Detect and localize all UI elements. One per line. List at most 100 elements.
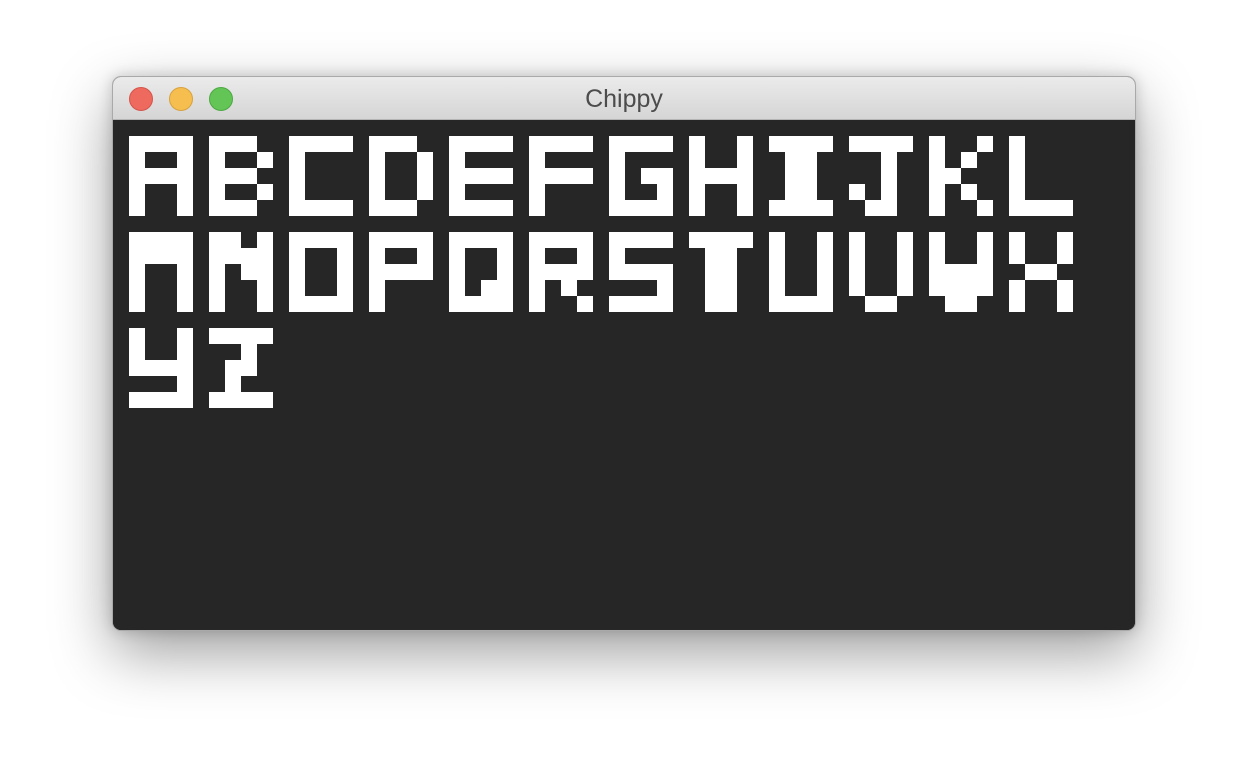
display-pixel (257, 184, 273, 200)
display-pixel (529, 280, 545, 296)
display-pixel (225, 360, 241, 376)
display-pixel (177, 152, 193, 168)
glyph-t (689, 232, 753, 312)
display-pixel (369, 200, 385, 216)
glyph-u (769, 232, 833, 312)
display-pixel (161, 360, 177, 376)
display-pixel (1057, 296, 1073, 312)
glyph-v (849, 232, 913, 312)
display-pixel (289, 264, 305, 280)
display-pixel (449, 136, 465, 152)
title-bar[interactable]: Chippy (113, 77, 1135, 120)
emulator-display[interactable] (113, 120, 1135, 630)
display-pixel (657, 184, 673, 200)
display-pixel (481, 280, 497, 296)
display-pixel (849, 264, 865, 280)
display-pixel (785, 168, 801, 184)
display-pixel (129, 328, 145, 344)
display-pixel (1009, 136, 1025, 152)
display-pixel (705, 248, 721, 264)
display-pixel (385, 232, 401, 248)
display-pixel (417, 248, 433, 264)
display-pixel (705, 280, 721, 296)
display-pixel (689, 232, 705, 248)
display-pixel (785, 296, 801, 312)
display-pixel (449, 280, 465, 296)
display-pixel (129, 248, 145, 264)
display-pixel (961, 152, 977, 168)
display-pixel (129, 344, 145, 360)
display-pixel (817, 136, 833, 152)
display-pixel (465, 168, 481, 184)
display-pixel (289, 152, 305, 168)
display-pixel (577, 168, 593, 184)
display-pixel (241, 248, 257, 264)
glyph-p (369, 232, 433, 312)
display-pixel (449, 152, 465, 168)
display-pixel (961, 280, 977, 296)
display-pixel (609, 152, 625, 168)
display-pixel (305, 232, 321, 248)
display-pixel (337, 136, 353, 152)
glyph-m (129, 232, 193, 312)
display-pixel (129, 232, 145, 248)
display-pixel (401, 136, 417, 152)
display-pixel (641, 136, 657, 152)
display-pixel (977, 264, 993, 280)
display-pixel (481, 232, 497, 248)
display-pixel (177, 376, 193, 392)
display-pixel (321, 296, 337, 312)
display-pixel (721, 232, 737, 248)
display-pixel (625, 136, 641, 152)
glyph-i (769, 136, 833, 216)
display-pixel (177, 184, 193, 200)
display-pixel (241, 360, 257, 376)
display-pixel (497, 264, 513, 280)
display-pixel (657, 136, 673, 152)
display-pixel (177, 168, 193, 184)
display-pixel (801, 200, 817, 216)
display-pixel (241, 264, 257, 280)
glyph-j (849, 136, 913, 216)
display-pixel (977, 232, 993, 248)
display-pixel (769, 136, 785, 152)
display-pixel (1009, 296, 1025, 312)
display-pixel (177, 136, 193, 152)
display-pixel (129, 200, 145, 216)
display-pixel (641, 264, 657, 280)
display-pixel (1025, 200, 1041, 216)
display-pixel (737, 168, 753, 184)
display-pixel (225, 328, 241, 344)
display-pixel (897, 232, 913, 248)
glyph-x (1009, 232, 1073, 312)
display-pixel (881, 184, 897, 200)
glyph-l (1009, 136, 1073, 216)
display-pixel (289, 248, 305, 264)
display-pixel (769, 296, 785, 312)
display-pixel (657, 168, 673, 184)
display-pixel (545, 168, 561, 184)
display-pixel (737, 184, 753, 200)
display-pixel (369, 232, 385, 248)
display-pixel (945, 280, 961, 296)
display-pixel (625, 296, 641, 312)
display-pixel (881, 136, 897, 152)
display-pixel (881, 200, 897, 216)
display-pixel (561, 168, 577, 184)
display-pixel (657, 264, 673, 280)
display-pixel (177, 264, 193, 280)
display-pixel (209, 248, 225, 264)
display-pixel (1025, 264, 1041, 280)
display-pixel (161, 392, 177, 408)
display-pixel (897, 248, 913, 264)
display-pixel (369, 184, 385, 200)
display-pixel (209, 280, 225, 296)
display-pixel (929, 184, 945, 200)
display-pixel (705, 232, 721, 248)
display-pixel (977, 280, 993, 296)
display-pixel (161, 232, 177, 248)
glyph-d (369, 136, 433, 216)
display-pixel (209, 232, 225, 248)
display-pixel (145, 360, 161, 376)
display-pixel (225, 248, 241, 264)
